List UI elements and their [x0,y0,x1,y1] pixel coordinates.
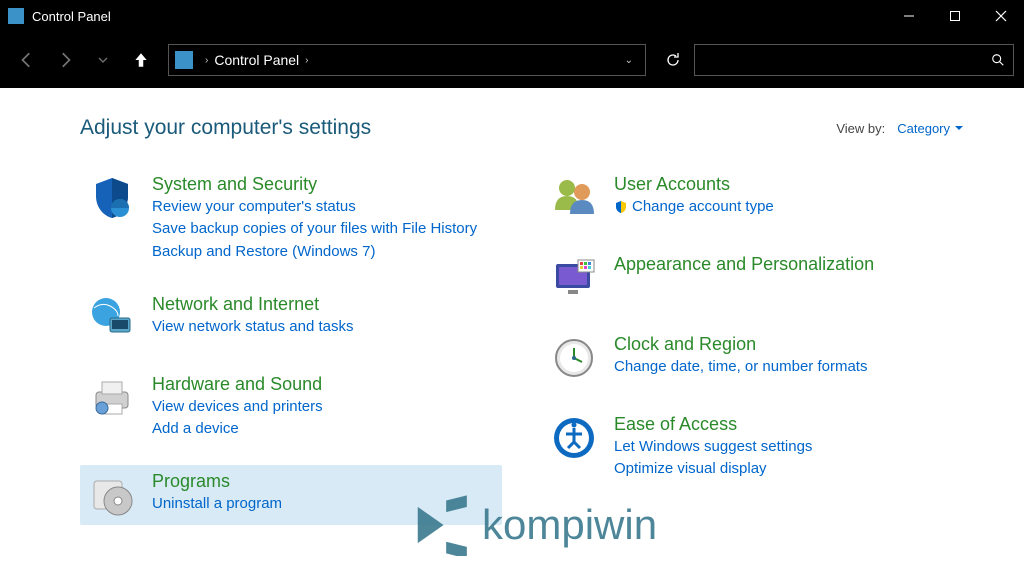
category-title[interactable]: Ease of Access [614,414,812,435]
minimize-button[interactable] [886,0,932,32]
category-link[interactable]: Add a device [152,419,323,439]
maximize-button[interactable] [932,0,978,32]
view-by-dropdown[interactable]: Category [897,121,964,136]
address-history-dropdown[interactable]: ⌄ [625,55,633,66]
window-title: Control Panel [32,9,886,24]
uac-shield-icon [614,200,628,214]
category-title[interactable]: Programs [152,471,282,492]
search-box[interactable] [694,44,1014,76]
window-controls [886,0,1024,32]
up-button[interactable] [124,44,158,76]
close-button[interactable] [978,0,1024,32]
control-panel-icon [8,8,24,24]
category-title[interactable]: System and Security [152,174,477,195]
search-icon[interactable] [991,53,1005,67]
category-clock-region: Clock and Region Change date, time, or n… [542,328,964,388]
category-link[interactable]: Uninstall a program [152,494,282,514]
right-column: User Accounts Change account type Appear… [542,168,964,525]
clock-icon [550,334,598,382]
window-titlebar: Control Panel [0,0,1024,32]
category-link[interactable]: View devices and printers [152,397,323,417]
recent-locations-button[interactable] [86,44,120,76]
page-heading: Adjust your computer's settings [80,116,371,140]
shield-icon [88,174,136,222]
category-link[interactable]: Review your computer's status [152,197,477,217]
programs-disc-icon [88,471,136,519]
category-ease-of-access: Ease of Access Let Windows suggest setti… [542,408,964,486]
category-title[interactable]: Clock and Region [614,334,867,355]
search-input[interactable] [703,52,991,68]
category-user-accounts: User Accounts Change account type [542,168,964,228]
back-button[interactable] [10,44,44,76]
content-area: Adjust your computer's settings View by:… [0,88,1024,525]
globe-network-icon [88,294,136,342]
users-icon [550,174,598,222]
category-link[interactable]: View network status and tasks [152,317,354,337]
forward-button[interactable] [48,44,82,76]
category-link[interactable]: Change date, time, or number formats [614,357,867,377]
category-link[interactable]: Change account type [614,197,774,217]
category-network-internet: Network and Internet View network status… [80,288,502,348]
chevron-down-icon [954,124,964,132]
category-title[interactable]: Appearance and Personalization [614,254,874,275]
category-link[interactable]: Let Windows suggest settings [614,437,812,457]
category-hardware-sound: Hardware and Sound View devices and prin… [80,368,502,446]
left-column: System and Security Review your computer… [80,168,502,525]
address-control-panel-icon [175,51,193,69]
view-by-control: View by: Category [836,121,964,136]
monitor-personalization-icon [550,254,598,302]
view-by-label: View by: [836,121,885,136]
category-title[interactable]: User Accounts [614,174,774,195]
category-link[interactable]: Optimize visual display [614,459,812,479]
breadcrumb-root[interactable]: Control Panel [214,52,299,68]
category-title[interactable]: Hardware and Sound [152,374,323,395]
category-link[interactable]: Save backup copies of your files with Fi… [152,219,477,239]
ease-of-access-icon [550,414,598,462]
category-title[interactable]: Network and Internet [152,294,354,315]
navigation-bar: › Control Panel › ⌄ [0,32,1024,88]
printer-icon [88,374,136,422]
chevron-right-icon[interactable]: › [305,55,308,66]
category-link[interactable]: Backup and Restore (Windows 7) [152,242,477,262]
address-bar[interactable]: › Control Panel › ⌄ [168,44,646,76]
category-system-security: System and Security Review your computer… [80,168,502,268]
category-appearance-personalization: Appearance and Personalization [542,248,964,308]
chevron-right-icon: › [205,55,208,66]
category-programs: Programs Uninstall a program [80,465,502,525]
refresh-button[interactable] [656,44,690,76]
